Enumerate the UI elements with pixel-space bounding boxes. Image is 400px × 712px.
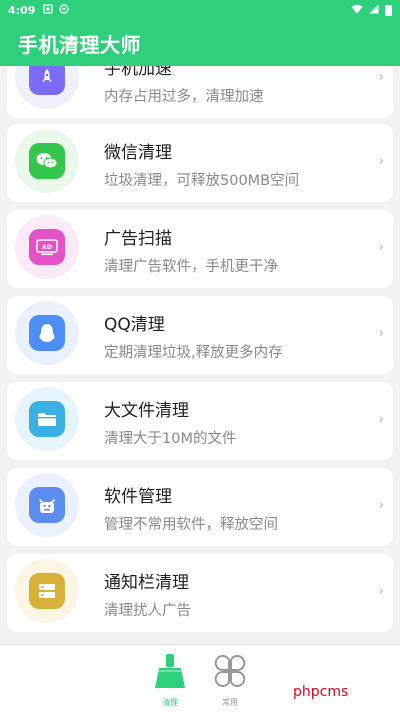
tab-label: 清理	[162, 698, 178, 707]
item-title: 手机加速	[104, 66, 172, 79]
app-title: 手机清理大师	[18, 32, 141, 57]
qq-penguin-icon	[29, 315, 65, 351]
list-item-large-file-clean[interactable]: 大文件清理 清理大于10M的文件 ›	[7, 382, 393, 460]
broom-icon	[153, 653, 187, 693]
list-item-ad-scan[interactable]: AD 广告扫描 清理广告软件，手机更干净 ›	[7, 210, 393, 288]
status-time: 4:09	[8, 3, 36, 17]
sync-icon	[59, 3, 69, 17]
item-title: 广告扫描	[104, 229, 172, 249]
status-bar: 4:09	[0, 0, 400, 20]
notification-list-icon	[29, 573, 65, 609]
list-item-app-manager[interactable]: 软件管理 管理不常用软件，释放空间 ›	[7, 468, 393, 546]
list-item-notification-clean[interactable]: 通知栏清理 清理扰人广告 ›	[7, 554, 393, 632]
chevron-right-icon: ›	[378, 326, 384, 341]
icon-badge	[15, 559, 79, 623]
rocket-icon	[29, 66, 65, 95]
chevron-right-icon: ›	[378, 498, 384, 513]
icon-badge	[15, 66, 79, 109]
list-item-wechat-clean[interactable]: 微信清理 垃圾清理，可释放500MB空间 ›	[7, 124, 393, 202]
item-subtitle: 管理不常用软件，释放空间	[104, 517, 278, 533]
item-subtitle: 清理大于10M的文件	[104, 431, 237, 447]
android-robot-icon	[29, 487, 65, 523]
signal-icon	[369, 4, 379, 17]
item-title: 通知栏清理	[104, 573, 189, 593]
item-title: 软件管理	[104, 487, 172, 507]
item-subtitle: 清理扰人广告	[104, 603, 191, 619]
chevron-right-icon: ›	[378, 584, 384, 599]
tab-clean[interactable]: 清理	[148, 653, 192, 709]
folder-icon	[29, 401, 65, 437]
watermark: phpcms	[293, 684, 349, 700]
feature-list: 手机加速 内存占用过多，清理加速 › 微信清理 垃圾清理，可释放500MB空间 …	[0, 66, 400, 644]
ad-icon: AD	[29, 229, 65, 265]
item-title: 微信清理	[104, 143, 172, 163]
item-title: QQ清理	[104, 315, 165, 335]
item-subtitle: 清理广告软件，手机更干净	[104, 259, 278, 275]
item-title: 大文件清理	[104, 401, 189, 421]
tab-label: 常用	[222, 698, 238, 707]
list-item-phone-speedup[interactable]: 手机加速 内存占用过多，清理加速 ›	[7, 66, 393, 118]
chevron-right-icon: ›	[378, 70, 384, 85]
wechat-icon	[29, 143, 65, 179]
chevron-right-icon: ›	[378, 154, 384, 169]
battery-icon	[385, 4, 392, 16]
list-item-qq-clean[interactable]: QQ清理 定期清理垃圾,释放更多内存 ›	[7, 296, 393, 374]
wifi-icon	[351, 4, 363, 17]
notification-icon	[43, 3, 54, 17]
item-subtitle: 垃圾清理，可释放500MB空间	[104, 173, 300, 189]
tab-common[interactable]: 常用	[208, 653, 252, 709]
chevron-right-icon: ›	[378, 240, 384, 255]
svg-text:AD: AD	[42, 243, 53, 251]
icon-badge	[15, 473, 79, 537]
chevron-right-icon: ›	[378, 412, 384, 427]
item-subtitle: 内存占用过多，清理加速	[104, 89, 264, 105]
item-subtitle: 定期清理垃圾,释放更多内存	[104, 345, 283, 361]
icon-badge	[15, 301, 79, 365]
icon-badge	[15, 387, 79, 451]
icon-badge: AD	[15, 215, 79, 279]
app-bar: 手机清理大师	[0, 20, 400, 66]
four-leaf-grid-icon	[212, 653, 248, 693]
bottom-navigation: 清理 常用	[0, 644, 400, 712]
icon-badge	[15, 129, 79, 193]
